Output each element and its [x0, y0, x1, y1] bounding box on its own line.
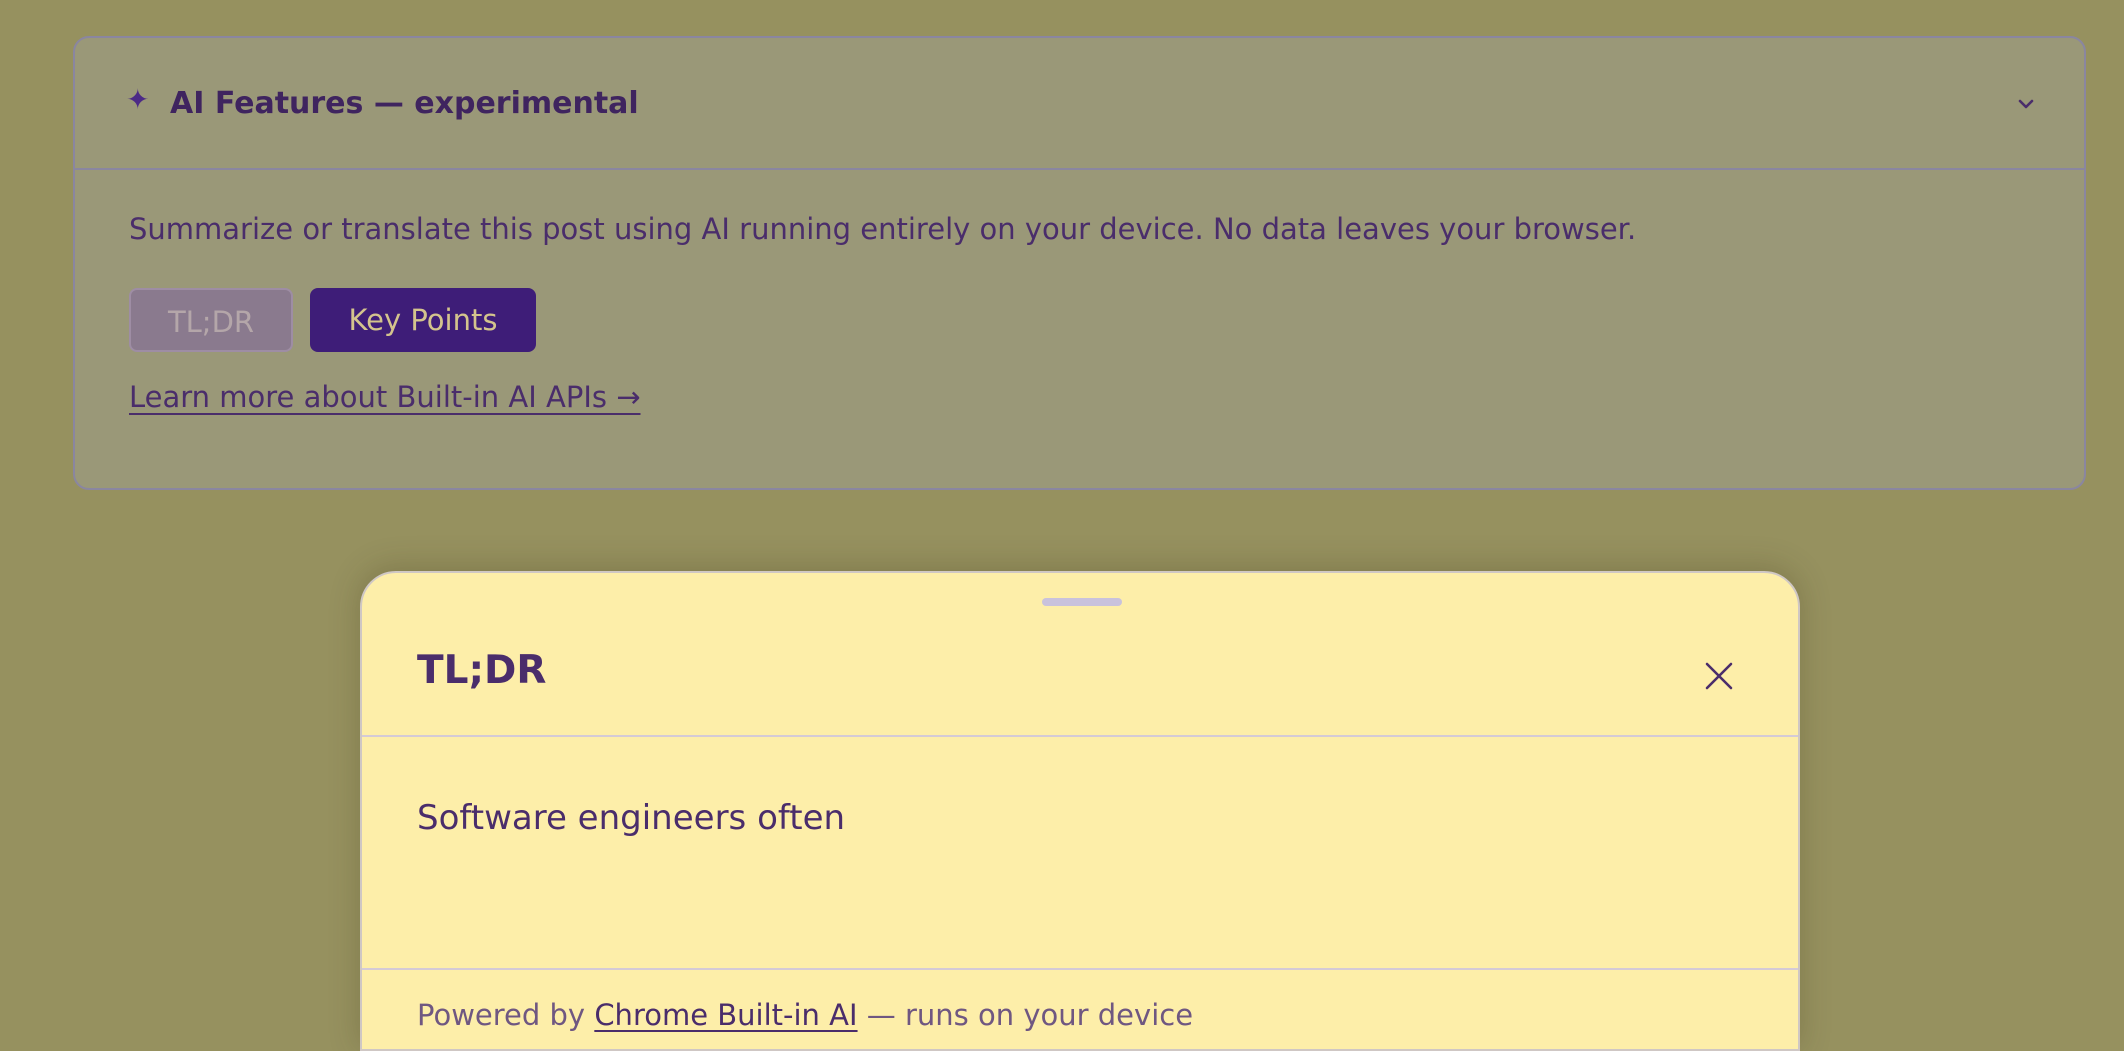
sheet-title: TL;DR	[417, 648, 547, 693]
sparkle-icon: ✦	[126, 83, 150, 116]
header-divider	[362, 735, 1798, 737]
footer-suffix: — runs on your device	[857, 998, 1194, 1032]
panel-title: AI Features — experimental	[170, 86, 639, 121]
chevron-down-icon[interactable]	[2016, 94, 2036, 114]
drag-handle[interactable]	[1042, 598, 1122, 606]
close-icon[interactable]	[1702, 659, 1736, 693]
footer-divider	[362, 968, 1798, 970]
footer-prefix: Powered by	[417, 998, 586, 1032]
panel-description: Summarize or translate this post using A…	[129, 212, 1637, 246]
tldr-sheet: TL;DR Software engineers often Powered b…	[360, 571, 1800, 1051]
tldr-button[interactable]: TL;DR	[129, 288, 293, 352]
learn-more-link[interactable]: Learn more about Built-in AI APIs →	[129, 380, 641, 414]
ai-features-panel: ✦ AI Features — experimental Summarize o…	[73, 36, 2086, 490]
key-points-button[interactable]: Key Points	[310, 288, 536, 352]
summary-text: Software engineers often	[417, 798, 846, 838]
sheet-footer: Powered by Chrome Built-in AI — runs on …	[417, 998, 1193, 1032]
chrome-built-in-ai-link[interactable]: Chrome Built-in AI	[594, 998, 857, 1032]
ai-features-header[interactable]: ✦ AI Features — experimental	[75, 38, 2084, 170]
